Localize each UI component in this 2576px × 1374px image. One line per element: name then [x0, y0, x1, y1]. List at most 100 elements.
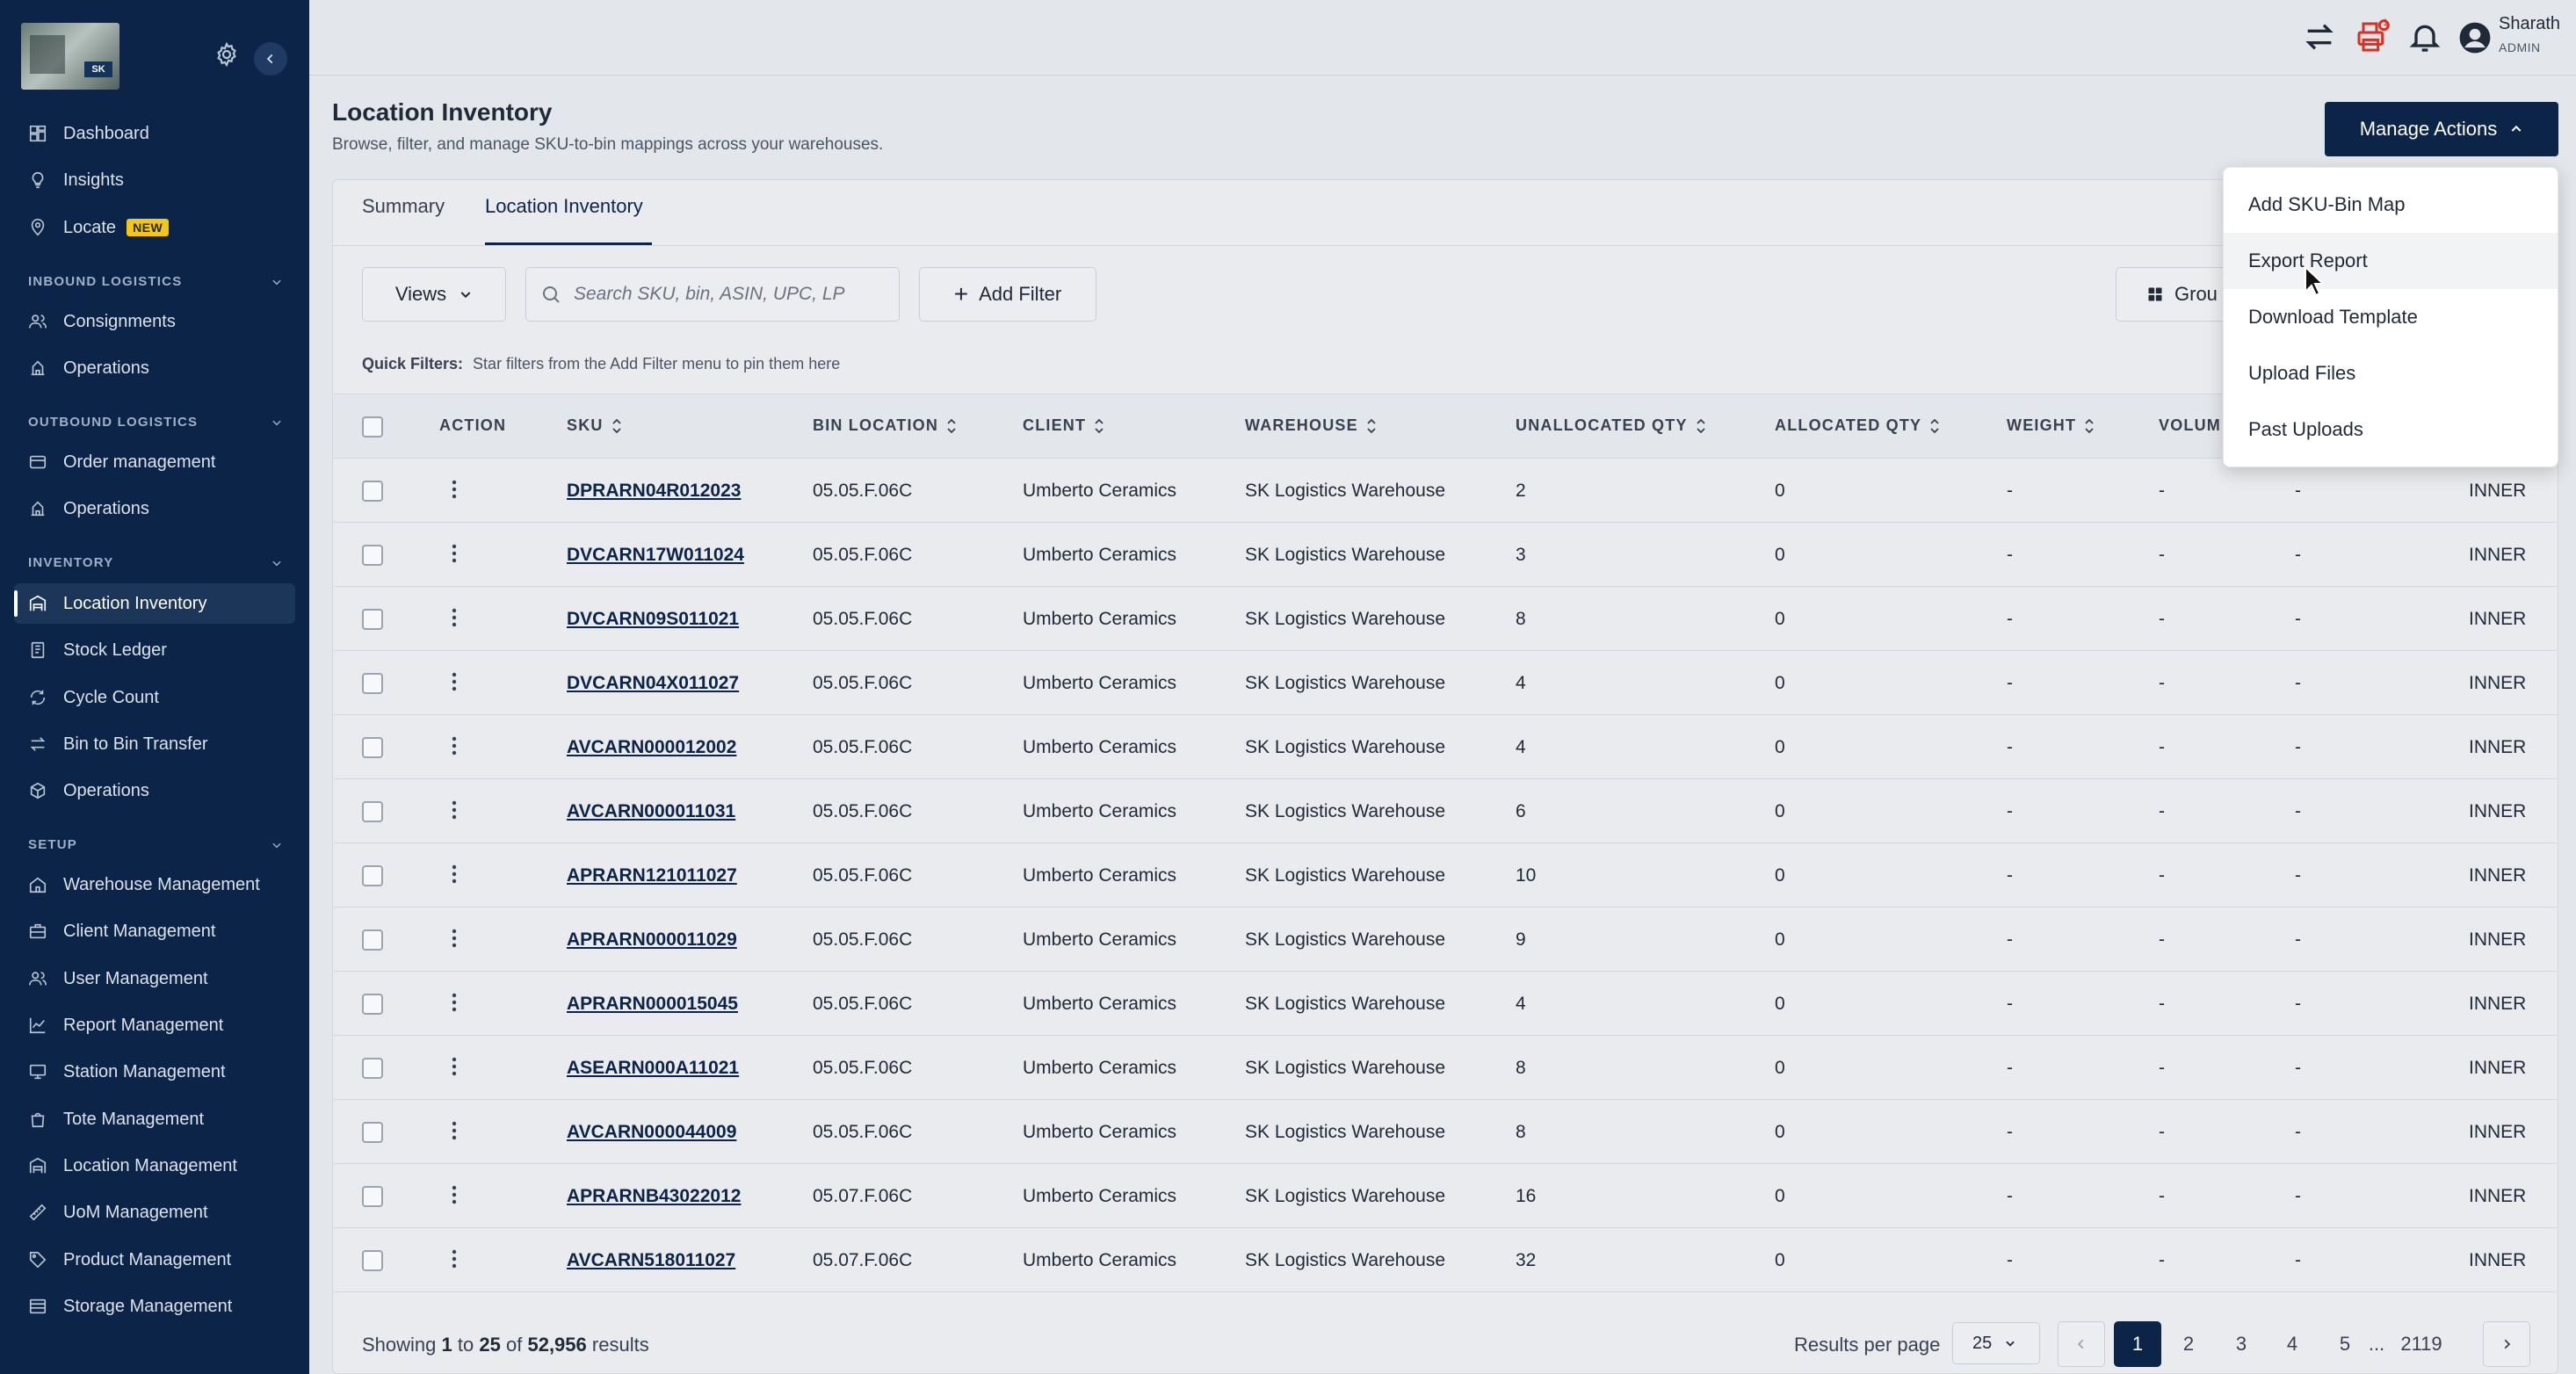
row-checkbox[interactable] [362, 609, 383, 630]
sidebar-item-dashboard[interactable]: Dashboard [14, 113, 295, 154]
sku-link[interactable]: DPRARN04R012023 [567, 481, 741, 502]
column-header-weight[interactable]: WEIGHT [2007, 416, 2095, 435]
sku-link[interactable]: DVCARN04X011027 [567, 673, 739, 694]
more-actions-icon[interactable] [452, 1249, 457, 1269]
column-header-sku[interactable]: SKU [567, 416, 623, 435]
menu-item-add-sku-bin-map[interactable]: Add SKU-Bin Map [2224, 177, 2558, 233]
row-checkbox[interactable] [362, 1186, 383, 1207]
group-button[interactable]: Grou [2116, 267, 2239, 322]
search-input[interactable] [574, 284, 855, 305]
company-logo[interactable]: SK [21, 23, 119, 90]
row-checkbox[interactable] [362, 673, 383, 694]
sidebar-item-client-management[interactable]: Client Management [14, 911, 295, 951]
section-inventory[interactable]: INVENTORY [28, 555, 283, 570]
more-actions-icon[interactable] [452, 480, 457, 499]
more-actions-icon[interactable] [452, 864, 457, 884]
sidebar-item-storage-management[interactable]: Storage Management [14, 1286, 295, 1327]
sku-link[interactable]: DVCARN17W011024 [567, 545, 744, 566]
sidebar-item-inbound-operations[interactable]: Operations [14, 348, 295, 388]
more-actions-icon[interactable] [452, 608, 457, 627]
sidebar-collapse-button[interactable] [254, 42, 287, 76]
sidebar-item-cycle-count[interactable]: Cycle Count [14, 677, 295, 718]
column-header-client[interactable]: CLIENT [1023, 416, 1105, 435]
row-checkbox[interactable] [362, 994, 383, 1015]
sidebar-item-user-management[interactable]: User Management [14, 958, 295, 999]
pagination-next[interactable] [2483, 1321, 2530, 1367]
sidebar-item-order-management[interactable]: Order management [14, 442, 295, 482]
sidebar-item-consignments[interactable]: Consignments [14, 301, 295, 342]
row-checkbox[interactable] [362, 929, 383, 951]
bell-icon[interactable] [2407, 19, 2442, 54]
sidebar-item-tote-management[interactable]: Tote Management [14, 1099, 295, 1139]
manage-actions-button[interactable]: Manage Actions [2325, 102, 2558, 156]
sidebar-item-outbound-operations[interactable]: Operations [14, 488, 295, 529]
column-header-warehouse[interactable]: WAREHOUSE [1245, 416, 1378, 435]
pagination-page-2[interactable]: 2 [2165, 1321, 2212, 1367]
pagination-page-1[interactable]: 1 [2114, 1321, 2161, 1367]
sidebar-item-warehouse-management[interactable]: Warehouse Management [14, 864, 295, 905]
row-checkbox[interactable] [362, 1122, 383, 1143]
row-checkbox[interactable] [362, 481, 383, 502]
pagination-page-last[interactable]: 2119 [2391, 1321, 2451, 1367]
sku-link[interactable]: APRARN000015045 [567, 994, 738, 1015]
views-button[interactable]: Views [362, 267, 506, 322]
sidebar-item-stock-ledger[interactable]: Stock Ledger [14, 630, 295, 670]
sku-link[interactable]: APRARNB43022012 [567, 1186, 741, 1207]
sku-link[interactable]: AVCARN518011027 [567, 1250, 735, 1271]
sidebar-item-bin-transfer[interactable]: Bin to Bin Transfer [14, 724, 295, 764]
menu-item-past-uploads[interactable]: Past Uploads [2224, 401, 2558, 458]
select-all-checkbox[interactable] [362, 416, 383, 438]
gear-icon[interactable] [213, 41, 240, 68]
column-header-volume[interactable]: VOLUM [2159, 416, 2221, 435]
sku-link[interactable]: ASEARN000A11021 [567, 1058, 739, 1079]
user-name[interactable]: Sharath [2499, 14, 2560, 34]
user-avatar-icon[interactable] [2458, 21, 2492, 54]
more-actions-icon[interactable] [452, 736, 457, 756]
more-actions-icon[interactable] [452, 929, 457, 948]
sidebar-item-report-management[interactable]: Report Management [14, 1005, 295, 1045]
section-setup[interactable]: SETUP [28, 837, 283, 852]
sku-link[interactable]: APRARN000011029 [567, 929, 737, 951]
sidebar-item-inventory-operations[interactable]: Operations [14, 770, 295, 811]
column-header-bin-location[interactable]: BIN LOCATION [813, 416, 958, 435]
column-header-unallocated-qty[interactable]: UNALLOCATED QTY [1516, 416, 1707, 435]
menu-item-export-report[interactable]: Export Report [2224, 233, 2558, 289]
menu-item-upload-files[interactable]: Upload Files [2224, 345, 2558, 401]
results-per-page-select[interactable]: 25 [1952, 1322, 2040, 1364]
add-filter-button[interactable]: + Add Filter [919, 267, 1096, 322]
row-checkbox[interactable] [362, 865, 383, 886]
pagination-page-3[interactable]: 3 [2218, 1321, 2265, 1367]
tab-summary[interactable]: Summary [362, 195, 445, 218]
pagination-prev[interactable] [2058, 1321, 2105, 1367]
sku-link[interactable]: APRARN121011027 [567, 865, 737, 886]
row-checkbox[interactable] [362, 801, 383, 822]
more-actions-icon[interactable] [452, 1185, 457, 1204]
sidebar-item-insights[interactable]: Insights [14, 160, 295, 200]
sku-link[interactable]: AVCARN000012002 [567, 737, 736, 758]
sidebar-item-locate[interactable]: Locate NEW [14, 207, 295, 248]
sidebar-item-location-management[interactable]: Location Management [14, 1146, 295, 1186]
section-outbound-logistics[interactable]: OUTBOUND LOGISTICS [28, 415, 283, 430]
column-header-allocated-qty[interactable]: ALLOCATED QTY [1775, 416, 1941, 435]
pagination-page-4[interactable]: 4 [2268, 1321, 2316, 1367]
sidebar-item-uom-management[interactable]: UoM Management [14, 1192, 295, 1233]
pagination-page-5[interactable]: 5 [2321, 1321, 2369, 1367]
menu-item-download-template[interactable]: Download Template [2224, 289, 2558, 345]
sku-link[interactable]: AVCARN000044009 [567, 1122, 736, 1143]
section-inbound-logistics[interactable]: INBOUND LOGISTICS [28, 274, 283, 289]
more-actions-icon[interactable] [452, 672, 457, 691]
sidebar-item-station-management[interactable]: Station Management [14, 1052, 295, 1092]
more-actions-icon[interactable] [452, 544, 457, 563]
row-checkbox[interactable] [362, 737, 383, 758]
more-actions-icon[interactable] [452, 1057, 457, 1076]
more-actions-icon[interactable] [452, 1121, 457, 1140]
tab-location-inventory[interactable]: Location Inventory [485, 195, 643, 218]
sku-link[interactable]: AVCARN000011031 [567, 801, 735, 822]
more-actions-icon[interactable] [452, 800, 457, 820]
row-checkbox[interactable] [362, 545, 383, 566]
row-checkbox[interactable] [362, 1250, 383, 1271]
sidebar-item-location-inventory[interactable]: Location Inventory [14, 583, 295, 624]
more-actions-icon[interactable] [452, 993, 457, 1012]
sidebar-item-product-management[interactable]: Product Management [14, 1240, 295, 1280]
switch-arrows-icon[interactable] [2302, 19, 2337, 54]
